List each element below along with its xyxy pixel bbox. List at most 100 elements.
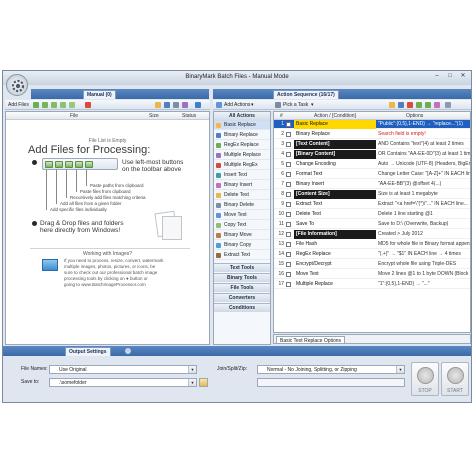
save-to-select[interactable]: .\somefolder ▼ <box>49 378 197 387</box>
category-item[interactable]: Copy Text <box>214 221 270 230</box>
table-row[interactable]: 13 File Hash MD5 for whole file in Binary … <box>274 240 470 249</box>
table-row[interactable]: 10 Delete Text Delete 1 line starting @1 <box>274 210 470 219</box>
category-group[interactable]: Binary Tools <box>214 273 270 282</box>
table-row[interactable]: 14 RegEx Replace "(.+)" → "$1" IN EACH lin… <box>274 250 470 259</box>
category-group[interactable]: Conditions <box>214 303 270 312</box>
add-files-label[interactable]: Add Files <box>8 100 29 110</box>
action-sequence-list[interactable]: # Action / [Condition] Options 1 Basic Re… <box>273 111 471 333</box>
tab-manual[interactable]: Manual (0) <box>83 90 116 99</box>
chevron-down-icon[interactable]: ▼ <box>396 366 404 373</box>
move-down-icon[interactable] <box>425 102 431 108</box>
row-enable-checkbox[interactable] <box>286 262 291 267</box>
file-list-panel[interactable]: File Size Status File List is Empty Add … <box>5 111 210 345</box>
row-enable-checkbox[interactable] <box>286 182 291 187</box>
table-row[interactable]: 16 Move Text Move 2 lines @1 to 1 byte DOW… <box>274 270 470 279</box>
settings-icon[interactable] <box>445 102 451 108</box>
browse-folder-button[interactable] <box>199 378 208 387</box>
category-item[interactable]: Delete Text <box>214 191 270 200</box>
row-enable-checkbox[interactable] <box>286 272 291 277</box>
open-list-icon[interactable] <box>155 102 161 108</box>
table-row[interactable]: 9 Extract Text Extract "<a href=\"(*)\"...… <box>274 200 470 209</box>
table-row[interactable]: 2 Binary Replace Search field is empty! <box>274 130 470 139</box>
category-item[interactable]: Binary Replace <box>214 131 270 140</box>
delete-action-icon[interactable] <box>407 102 413 108</box>
open-sequence-icon[interactable] <box>389 102 395 108</box>
table-row[interactable]: 8 [Content Size] Size is at least 1 megaby… <box>274 190 470 199</box>
category-item[interactable]: RegEx Replace <box>214 141 270 150</box>
row-enable-checkbox[interactable] <box>286 252 291 257</box>
all-actions-header[interactable]: All Actions <box>214 112 270 121</box>
row-enable-checkbox[interactable] <box>286 172 291 177</box>
paste-files-icon[interactable] <box>60 102 66 108</box>
category-item[interactable]: Extract Text <box>214 251 270 260</box>
row-enable-checkbox[interactable] <box>286 132 291 137</box>
chevron-down-icon[interactable]: ▾ <box>311 100 314 110</box>
category-item[interactable]: Basic Replace <box>214 121 270 130</box>
close-button[interactable]: ✕ <box>457 72 469 81</box>
col-status[interactable]: Status <box>182 112 196 120</box>
table-row[interactable]: 4 [Binary Content] OR Contains "AA-EE-0D"(… <box>274 150 470 159</box>
category-item[interactable]: Binary Delete <box>214 201 270 210</box>
row-enable-checkbox[interactable] <box>286 192 291 197</box>
category-item[interactable]: Binary Move <box>214 231 270 240</box>
pick-task-button[interactable]: Pick a Task <box>283 100 308 110</box>
file-names-select[interactable]: Use Original ▼ <box>49 365 197 374</box>
table-row[interactable]: 5 Change Encoding Auto → Unicode (UTF-8) (… <box>274 160 470 169</box>
stop-button[interactable]: STOP <box>411 362 439 396</box>
table-row[interactable]: 15 Encrypt/Decrypt Encrypt whole file usin… <box>274 260 470 269</box>
sort-icon[interactable] <box>173 102 179 108</box>
category-item[interactable]: Multiple Replace <box>214 151 270 160</box>
row-enable-checkbox[interactable] <box>286 242 291 247</box>
save-list-icon[interactable] <box>164 102 170 108</box>
tab-action-sequence[interactable]: Action Sequence (16/17) <box>273 90 339 99</box>
row-enable-checkbox[interactable] <box>286 122 291 127</box>
col-file[interactable]: File <box>70 112 78 120</box>
add-files-icon[interactable] <box>33 102 39 108</box>
table-row[interactable]: 1 Basic Replace "Public":{0,5},1-END} → "r… <box>274 120 470 129</box>
tab-basic-replace-options[interactable]: Basic Text Replace Options <box>276 336 346 344</box>
image-processor-icon[interactable] <box>195 102 201 108</box>
save-sequence-icon[interactable] <box>398 102 404 108</box>
remove-icon[interactable] <box>85 102 91 108</box>
add-recursive-icon[interactable] <box>51 102 57 108</box>
row-enable-checkbox[interactable] <box>286 212 291 217</box>
chevron-down-icon[interactable]: ▼ <box>188 379 196 386</box>
row-enable-checkbox[interactable] <box>286 222 291 227</box>
app-menu-button[interactable] <box>6 74 28 96</box>
copy-action-icon[interactable] <box>434 102 440 108</box>
row-enable-checkbox[interactable] <box>286 152 291 157</box>
row-enable-checkbox[interactable] <box>286 142 291 147</box>
filter-icon[interactable] <box>182 102 188 108</box>
category-item[interactable]: Move Text <box>214 211 270 220</box>
row-enable-checkbox[interactable] <box>286 202 291 207</box>
join-split-zip-select[interactable]: Normal - No Joining, Splitting, or Zippi… <box>257 365 405 374</box>
table-row[interactable]: 7 Binary Insert "AA-EE-BB"(3) @offset 4(..… <box>274 180 470 189</box>
chevron-down-icon[interactable]: ▼ <box>188 366 196 373</box>
category-item[interactable]: Insert Text <box>214 171 270 180</box>
chevron-down-icon[interactable]: ▾ <box>251 100 254 110</box>
add-actions-button[interactable]: Add Actions <box>224 100 250 110</box>
table-row[interactable]: 11 Save To Save to D:\ (Overwrite, Backup) <box>274 220 470 229</box>
category-group[interactable]: File Tools <box>214 283 270 292</box>
table-row[interactable]: 17 Multiple Replace "1":{0,5},1-END} → "..… <box>274 280 470 289</box>
table-row[interactable]: 12 [File Information] Created > July 2012 <box>274 230 470 239</box>
add-folder-icon[interactable] <box>42 102 48 108</box>
row-enable-checkbox[interactable] <box>286 282 291 287</box>
start-button[interactable]: START <box>441 362 469 396</box>
minimize-button[interactable]: – <box>431 72 443 81</box>
category-group[interactable]: Text Tools <box>214 263 270 272</box>
paste-paths-icon[interactable] <box>69 102 75 108</box>
category-item[interactable]: Binary Copy <box>214 241 270 250</box>
tab-output-settings[interactable]: Output Settings <box>65 347 111 356</box>
table-row[interactable]: 3 [Text Content] AND Contains "text"(4) at… <box>274 140 470 149</box>
category-group[interactable]: Converters <box>214 293 270 302</box>
category-item[interactable]: Binary Insert <box>214 181 270 190</box>
move-up-icon[interactable] <box>416 102 422 108</box>
maximize-button[interactable]: □ <box>444 72 456 81</box>
row-enable-checkbox[interactable] <box>286 232 291 237</box>
row-enable-checkbox[interactable] <box>286 162 291 167</box>
col-size[interactable]: Size <box>149 112 159 120</box>
category-item[interactable]: Multiple RegEx <box>214 161 270 170</box>
gear-icon[interactable] <box>125 348 131 354</box>
table-row[interactable]: 6 Format Text Change Letter Case: "[A-Z]+"… <box>274 170 470 179</box>
